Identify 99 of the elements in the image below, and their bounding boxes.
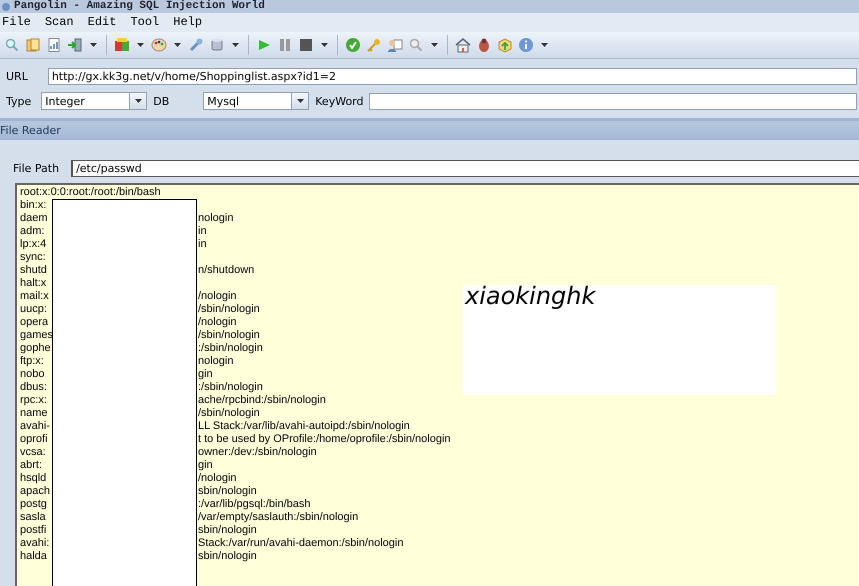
stop-icon[interactable] (298, 37, 314, 53)
menu-item[interactable]: Tool (130, 15, 160, 29)
file-line: LL Stack:/var/lib/avahi-autoipd:/sbin/nologin (198, 420, 410, 433)
file-line: gin (198, 459, 213, 472)
file-line: mail:x (20, 290, 49, 303)
file-line: abrt: (20, 459, 42, 472)
file-line: n/shutdown (198, 264, 254, 277)
folder-icon[interactable] (25, 37, 41, 53)
bug-icon[interactable] (476, 37, 492, 53)
caret-icon[interactable] (174, 43, 181, 47)
menu-item[interactable]: File (2, 15, 31, 29)
file-path-label: File Path (13, 162, 60, 174)
caret-icon[interactable] (321, 43, 328, 47)
file-line: sbin/nologin (198, 524, 257, 537)
file-line: postfi (20, 524, 46, 537)
boxes-icon[interactable] (114, 37, 130, 53)
file-path-field[interactable]: /etc/passwd (71, 160, 859, 176)
file-line: sasla (20, 511, 46, 524)
box-upload-icon[interactable] (497, 37, 513, 53)
file-line: apach (20, 485, 50, 498)
file-line: vcsa: (20, 446, 46, 459)
file-line: avahi: (20, 537, 50, 550)
caret-icon[interactable] (137, 43, 144, 47)
db-dropdown[interactable]: Mysql (203, 92, 310, 110)
type-dropdown[interactable]: Integer (41, 92, 148, 110)
caret-icon[interactable] (431, 43, 438, 47)
caret-icon[interactable] (134, 99, 142, 103)
file-line: sbin/nologin (198, 485, 257, 498)
db-label: DB (153, 94, 170, 108)
file-line: oprofi (20, 433, 48, 446)
keyword-label: KeyWord (315, 94, 364, 108)
app-icon (2, 2, 10, 10)
file-line: root:x:0:0:root:/root:/bin/bash (20, 186, 161, 198)
file-line: t to be used by OProfile:/home/oprofile:/sbin/nologin (198, 433, 451, 446)
file-line: hsqld (20, 472, 46, 485)
file-line: gophe (20, 342, 51, 355)
file-line: in (198, 238, 207, 251)
info-icon[interactable] (518, 37, 534, 53)
file-line: ftp:x: (20, 355, 44, 368)
file-line: nobo (20, 368, 44, 381)
file-line: adm: (20, 225, 44, 238)
file-line: opera (20, 316, 48, 329)
menu-item[interactable]: Edit (88, 15, 116, 29)
file-line: avahi- (20, 420, 50, 433)
file-line: bin:x: (20, 199, 46, 211)
file-line: /nologin (198, 290, 237, 303)
file-line: halda (20, 550, 47, 563)
file-line: daem (20, 212, 48, 225)
file-line: nologin (198, 355, 234, 368)
user-card-icon[interactable] (387, 37, 403, 53)
file-line: sbin/nologin (198, 550, 257, 563)
document-chart-icon[interactable] (46, 37, 62, 53)
file-line: dbus: (20, 381, 47, 394)
file-line: /nologin (198, 472, 237, 485)
keyword-field[interactable] (369, 92, 857, 110)
file-line: halt:x (20, 277, 46, 289)
file-line: uucp: (20, 303, 47, 316)
caret-icon[interactable] (90, 43, 97, 47)
search-icon[interactable] (4, 37, 20, 53)
note-text: xiaokinghk (465, 282, 596, 310)
panel-header: File Reader (0, 118, 859, 140)
file-line: sync: (20, 251, 46, 263)
pause-icon[interactable] (277, 37, 293, 53)
file-line: lp:x:4 (20, 238, 46, 251)
file-line: rpc:x: (20, 394, 47, 407)
exit-icon[interactable] (67, 37, 83, 53)
file-line: /nologin (198, 316, 237, 329)
file-line: in (198, 225, 207, 238)
file-line: nologin (198, 212, 234, 225)
menu-item[interactable]: Help (173, 15, 202, 29)
file-line: :/sbin/nologin (198, 381, 263, 394)
file-line: /sbin/nologin (198, 329, 260, 342)
file-line: :/sbin/nologin (198, 342, 263, 355)
caret-icon[interactable] (296, 99, 304, 103)
caret-icon[interactable] (232, 43, 239, 47)
file-line: /sbin/nologin (198, 303, 260, 316)
file-line: /sbin/nologin (198, 407, 260, 420)
file-line: name (20, 407, 48, 420)
url-field[interactable]: http://gx.kk3g.net/v/home/Shoppinglist.aspx?id1=2 (48, 68, 857, 84)
file-line: games (20, 329, 54, 342)
file-line: shutd (20, 264, 47, 277)
wrench-icon[interactable] (188, 37, 204, 53)
url-label: URL (6, 70, 28, 82)
database-icon[interactable] (209, 37, 225, 53)
file-line: postg (20, 498, 47, 511)
palette-icon[interactable] (151, 37, 167, 53)
type-label: Type (6, 94, 32, 108)
window-title: Pangolin - Amazing SQL Injection World (14, 0, 265, 13)
check-circle-icon[interactable] (345, 37, 361, 53)
home-icon[interactable] (455, 37, 471, 53)
file-line: /var/empty/saslauth:/sbin/nologin (198, 511, 358, 524)
file-line: :/var/lib/pgsql:/bin/bash (198, 498, 311, 511)
file-line: gin (198, 368, 213, 381)
play-icon[interactable] (256, 37, 272, 53)
caret-icon[interactable] (541, 43, 548, 47)
file-line: ache/rpcbind:/sbin/nologin (198, 394, 326, 407)
file-line: owner:/dev:/sbin/nologin (198, 446, 317, 459)
menu-item[interactable]: Scan (44, 15, 74, 29)
file-line: Stack:/var/run/avahi-daemon:/sbin/nologin (198, 537, 404, 550)
